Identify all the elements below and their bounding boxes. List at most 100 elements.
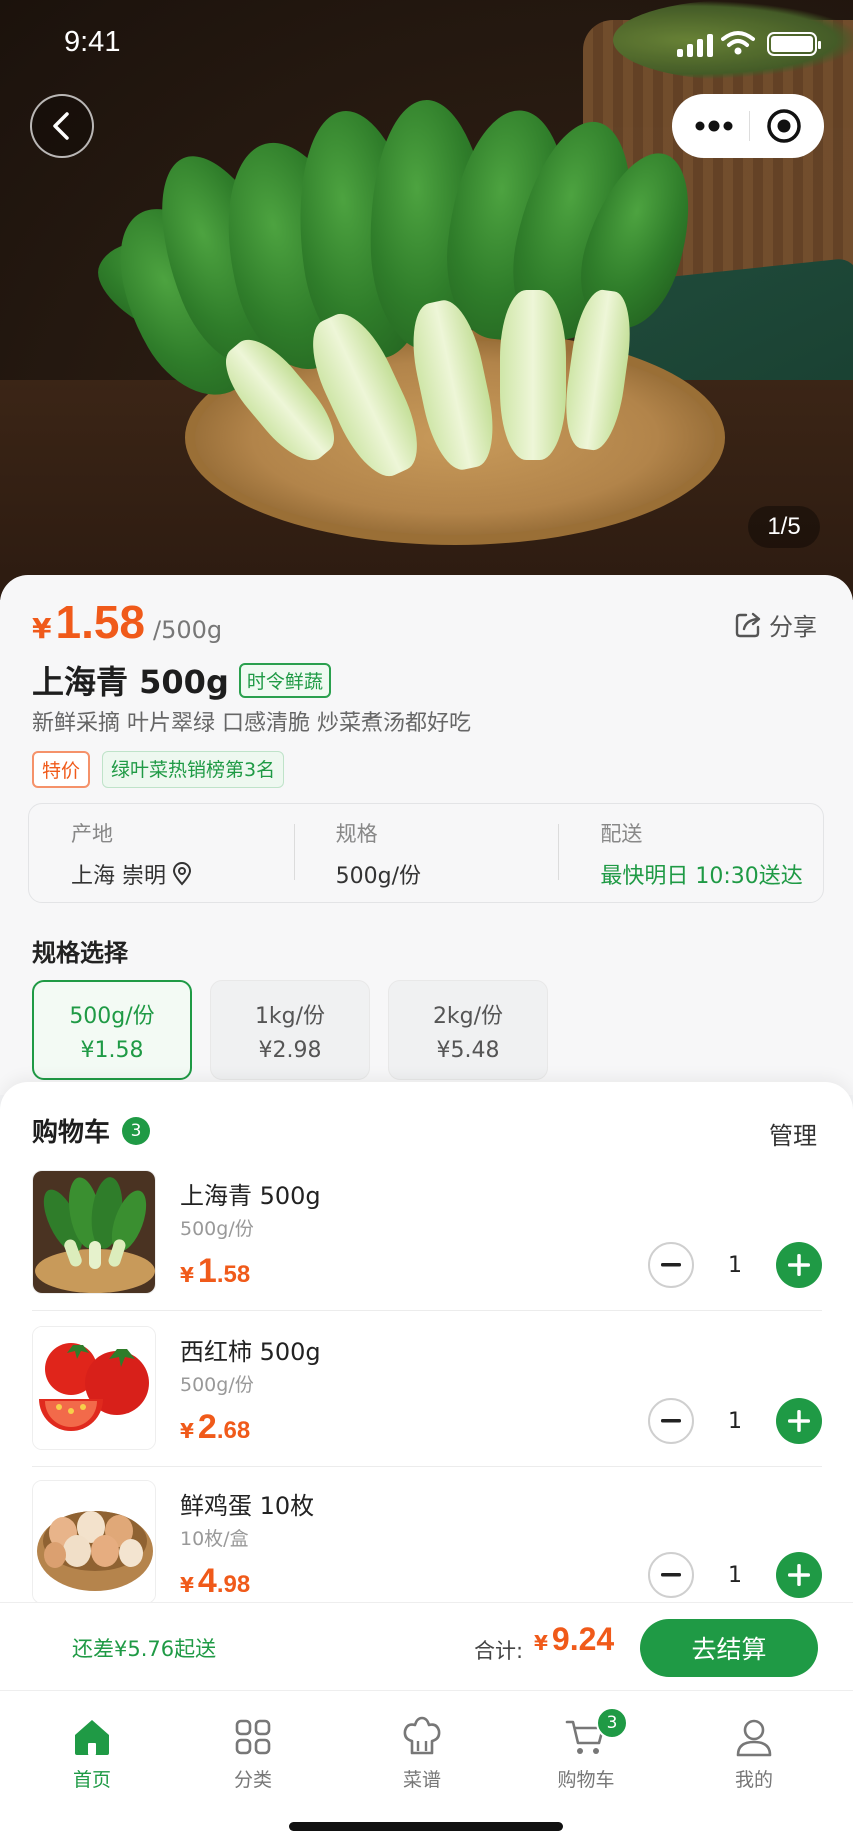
spec-label: 规格 xyxy=(335,822,378,846)
chef-hat-icon xyxy=(403,1716,441,1755)
origin-value: 上海 崇明 xyxy=(71,864,166,889)
item-price-dec: .98 xyxy=(216,1571,251,1598)
badge-row: 特价 绿叶菜热销榜第3名 xyxy=(32,751,285,788)
plus-icon xyxy=(788,1410,810,1432)
quantity-value: 1 xyxy=(728,1252,742,1278)
item-currency: ¥ xyxy=(180,1263,194,1287)
tab-label: 菜谱 xyxy=(402,1769,441,1791)
currency-symbol: ¥ xyxy=(32,612,52,645)
cellular-signal-icon xyxy=(677,34,713,57)
total-value: 9.24 xyxy=(551,1621,615,1657)
decrease-button[interactable] xyxy=(648,1242,694,1288)
cart-tab-badge: 3 xyxy=(596,1707,628,1739)
share-button[interactable]: 分享 xyxy=(733,607,817,642)
spec-select-title: 规格选择 xyxy=(32,939,128,967)
price-row: ¥ 1.58 /500g xyxy=(32,595,222,649)
tab-label: 购物车 xyxy=(557,1769,615,1791)
wifi-icon xyxy=(721,31,755,55)
title-row: 上海青 500g 时令鲜蔬 xyxy=(32,657,331,703)
location-pin-icon xyxy=(172,862,192,886)
spec-info: 规格 500g/份 xyxy=(293,804,559,902)
product-price: 1.58 xyxy=(55,596,146,648)
item-price-int: 2 xyxy=(197,1408,217,1446)
spec-options: 500g/份 ¥1.58 1kg/份 ¥2.98 2kg/份 ¥5.48 xyxy=(32,980,548,1080)
eggs-thumbnail xyxy=(32,1480,156,1604)
tab-cart[interactable]: 3 购物车 xyxy=(526,1707,646,1792)
category-icon xyxy=(235,1719,271,1755)
spec-price: ¥1.58 xyxy=(80,1037,144,1063)
cart-sheet: 购物车 3 管理 上海青 500g 500g/份 ¥ 1 .58 1 西红柿 5… xyxy=(0,1082,853,1604)
item-currency: ¥ xyxy=(180,1419,194,1443)
spec-size: 500g/份 xyxy=(69,1003,155,1029)
tab-category[interactable]: 分类 xyxy=(193,1715,313,1792)
spec-price: ¥2.98 xyxy=(258,1037,322,1063)
capsule-divider xyxy=(748,111,750,141)
item-currency: ¥ xyxy=(180,1573,194,1597)
delivery-value: 最快明日 10:30送达 xyxy=(600,864,803,889)
minus-icon xyxy=(661,1263,681,1267)
item-name: 西红柿 500g xyxy=(180,1338,321,1366)
plus-icon xyxy=(788,1564,810,1586)
spec-value: 500g/份 xyxy=(335,864,422,889)
manage-button[interactable]: 管理 xyxy=(769,1116,817,1151)
item-name: 上海青 500g xyxy=(180,1182,321,1210)
item-price: ¥ 1 .58 xyxy=(180,1252,250,1291)
more-icon[interactable] xyxy=(694,120,734,132)
minus-icon xyxy=(661,1573,681,1577)
checkout-bar: 还差¥5.76起送 合计: ¥ 9.24 去结算 xyxy=(0,1602,853,1690)
chevron-left-icon xyxy=(53,112,69,140)
product-info-box: 产地 上海 崇明 规格 500g/份 配送 最快明日 10:30送达 xyxy=(28,803,824,903)
tab-label: 分类 xyxy=(233,1769,272,1791)
quantity-stepper: 1 xyxy=(648,1552,822,1598)
tab-recipes[interactable]: 菜谱 xyxy=(362,1715,482,1792)
checkout-button[interactable]: 去结算 xyxy=(640,1619,818,1677)
spec-size: 2kg/份 xyxy=(432,1003,504,1029)
share-label: 分享 xyxy=(769,613,817,641)
back-button[interactable] xyxy=(30,94,94,158)
image-pager: 1/5 xyxy=(748,506,820,548)
share-icon xyxy=(735,612,761,637)
status-time: 9:41 xyxy=(64,26,121,58)
spec-option-500g[interactable]: 500g/份 ¥1.58 xyxy=(32,980,192,1080)
battery-icon xyxy=(767,32,821,56)
tomato-thumbnail xyxy=(32,1326,156,1450)
miniprogram-capsule xyxy=(672,94,824,158)
ranking-badge[interactable]: 绿叶菜热销榜第3名 xyxy=(102,751,285,788)
spec-option-1kg[interactable]: 1kg/份 ¥2.98 xyxy=(210,980,370,1080)
item-spec: 500g/份 xyxy=(180,1218,254,1240)
item-divider xyxy=(32,1466,822,1467)
decrease-button[interactable] xyxy=(648,1552,694,1598)
decrease-button[interactable] xyxy=(648,1398,694,1444)
bottom-tab-bar: 首页 分类 菜谱 3 购物车 我的 xyxy=(0,1690,853,1844)
bok-choy-thumbnail xyxy=(32,1170,156,1294)
delivery-label: 配送 xyxy=(600,822,643,846)
item-price-int: 1 xyxy=(197,1252,217,1290)
tab-profile[interactable]: 我的 xyxy=(694,1715,814,1792)
item-price-dec: .58 xyxy=(216,1261,251,1288)
price-unit: /500g xyxy=(153,616,223,644)
tab-home[interactable]: 首页 xyxy=(32,1715,152,1792)
quantity-value: 1 xyxy=(728,1562,742,1588)
product-info-card: ¥ 1.58 /500g 分享 上海青 500g 时令鲜蔬 新鲜采摘 叶片翠绿 … xyxy=(0,575,853,1095)
origin-label: 产地 xyxy=(71,822,113,846)
cart-title: 购物车 xyxy=(32,1118,111,1148)
tab-label: 我的 xyxy=(734,1769,773,1791)
product-image-carousel[interactable]: 9:41 1/5 xyxy=(0,0,853,600)
quantity-value: 1 xyxy=(728,1408,742,1434)
close-target-icon[interactable] xyxy=(765,107,803,145)
spec-option-2kg[interactable]: 2kg/份 ¥5.48 xyxy=(388,980,548,1080)
product-title: 上海青 500g xyxy=(32,663,229,701)
item-price-int: 4 xyxy=(197,1562,217,1600)
increase-button[interactable] xyxy=(776,1398,822,1444)
product-subtitle: 新鲜采摘 叶片翠绿 口感清脆 炒菜煮汤都好吃 xyxy=(32,711,471,736)
fresh-tag: 时令鲜蔬 xyxy=(238,662,331,698)
minus-icon xyxy=(661,1419,681,1423)
cart-item: 上海青 500g 500g/份 ¥ 1 .58 1 xyxy=(32,1170,822,1320)
home-icon xyxy=(75,1720,109,1755)
increase-button[interactable] xyxy=(776,1552,822,1598)
total-currency: ¥ xyxy=(534,1631,548,1655)
status-bar: 9:41 xyxy=(0,0,853,90)
delivery-info: 配送 最快明日 10:30送达 xyxy=(558,804,823,902)
increase-button[interactable] xyxy=(776,1242,822,1288)
cart-count-badge: 3 xyxy=(122,1116,151,1145)
